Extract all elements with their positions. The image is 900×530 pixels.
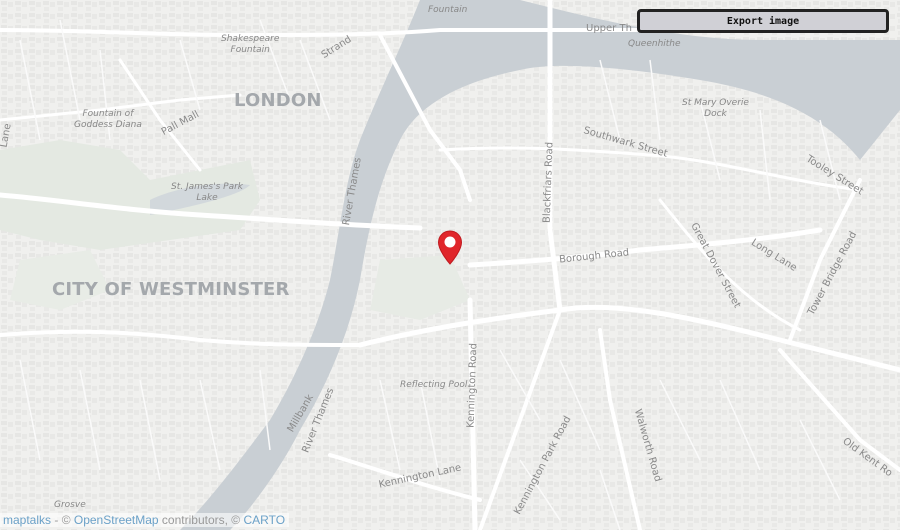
poi-label-fountain: Fountain — [428, 5, 468, 15]
poi-label-st-james-park-lake: St. James's Park Lake — [171, 182, 244, 203]
place-label-westminster: CITY OF WESTMINSTER — [52, 279, 290, 300]
attribution-bar: maptalks - © OpenStreetMap contributors,… — [0, 513, 290, 527]
poi-label-st-mary-overie-dock: St Mary Overie Dock — [682, 98, 749, 119]
attribution-link-carto[interactable]: CARTO — [243, 513, 285, 527]
attribution-separator-2: contributors, © — [158, 513, 244, 527]
poi-label-queenhithe: Queenhithe — [628, 39, 681, 49]
map-pin-icon[interactable] — [437, 230, 463, 266]
export-image-button[interactable]: Export image — [637, 9, 889, 33]
map-canvas[interactable]: LONDON CITY OF WESTMINSTER Fountain Shak… — [0, 0, 900, 530]
attribution-link-openstreetmap[interactable]: OpenStreetMap — [74, 513, 159, 527]
attribution-separator-1: - © — [51, 513, 74, 527]
poi-label-grosve: Grosve — [54, 500, 86, 510]
attribution-link-maptalks[interactable]: maptalks — [3, 513, 51, 527]
place-label-london: LONDON — [234, 90, 322, 111]
road-label-upper-thames: Upper Th — [586, 23, 632, 34]
poi-label-shakespeare-fountain: Shakespeare Fountain — [221, 34, 280, 55]
poi-label-fountain-of-goddess-diana: Fountain of Goddess Diana — [74, 109, 142, 130]
poi-label-reflecting-pool: Reflecting Pool — [400, 380, 468, 390]
